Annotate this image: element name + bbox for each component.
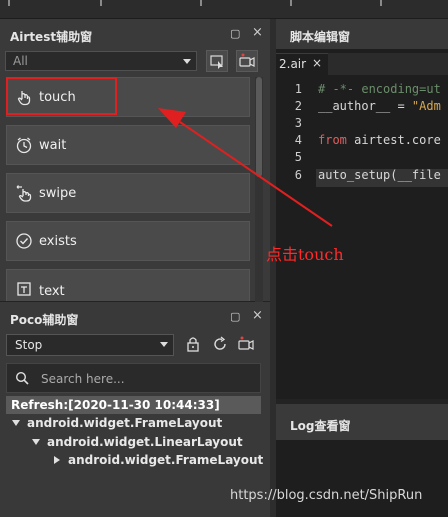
annotation-arrow-line: [179, 121, 333, 227]
annotation-label: 点击touch: [266, 245, 344, 264]
annotation-arrow-layer: [158, 108, 333, 227]
annotation-arrow-head: [158, 108, 186, 128]
watermark: https://blog.csdn.net/ShipRun: [230, 488, 423, 503]
